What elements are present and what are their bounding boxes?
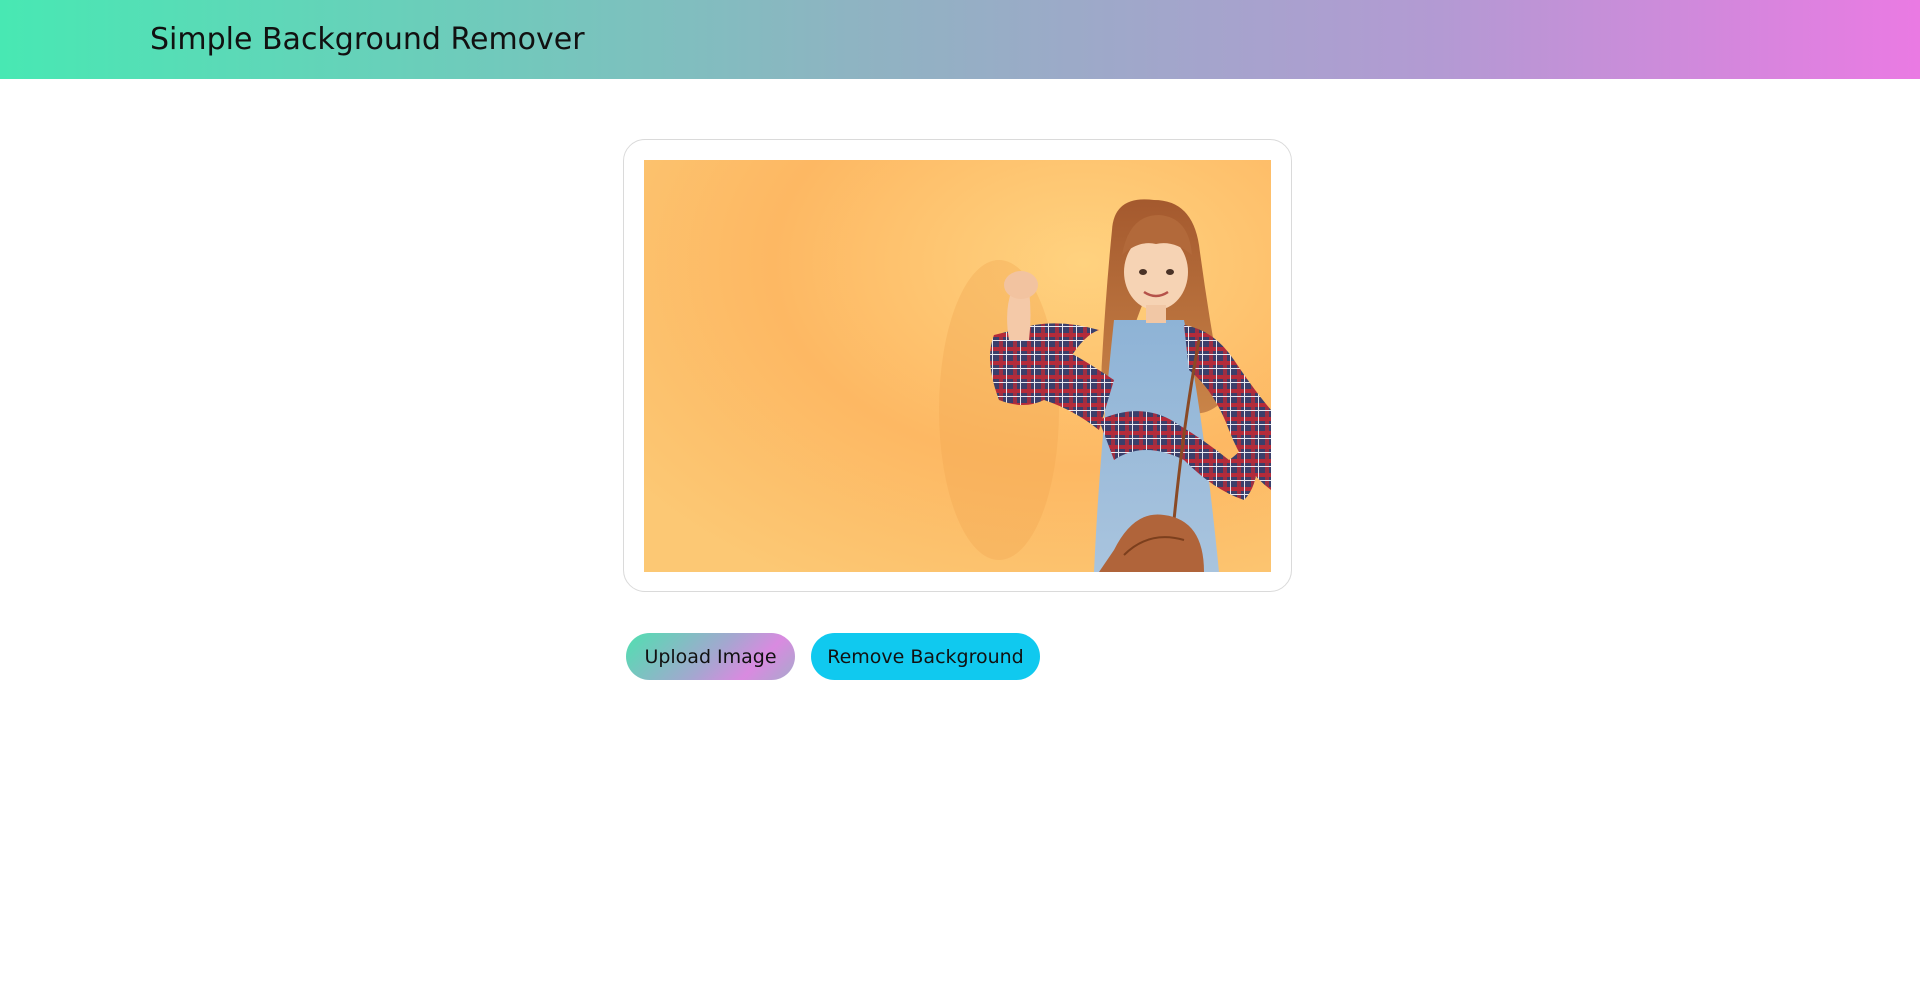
preview-image xyxy=(644,160,1271,572)
app-title: Simple Background Remover xyxy=(150,22,585,57)
image-preview-card xyxy=(623,139,1292,592)
photo-image xyxy=(644,160,1271,572)
app-header: Simple Background Remover xyxy=(0,0,1920,79)
remove-background-button[interactable]: Remove Background xyxy=(811,633,1040,680)
upload-image-button[interactable]: Upload Image xyxy=(626,633,795,680)
